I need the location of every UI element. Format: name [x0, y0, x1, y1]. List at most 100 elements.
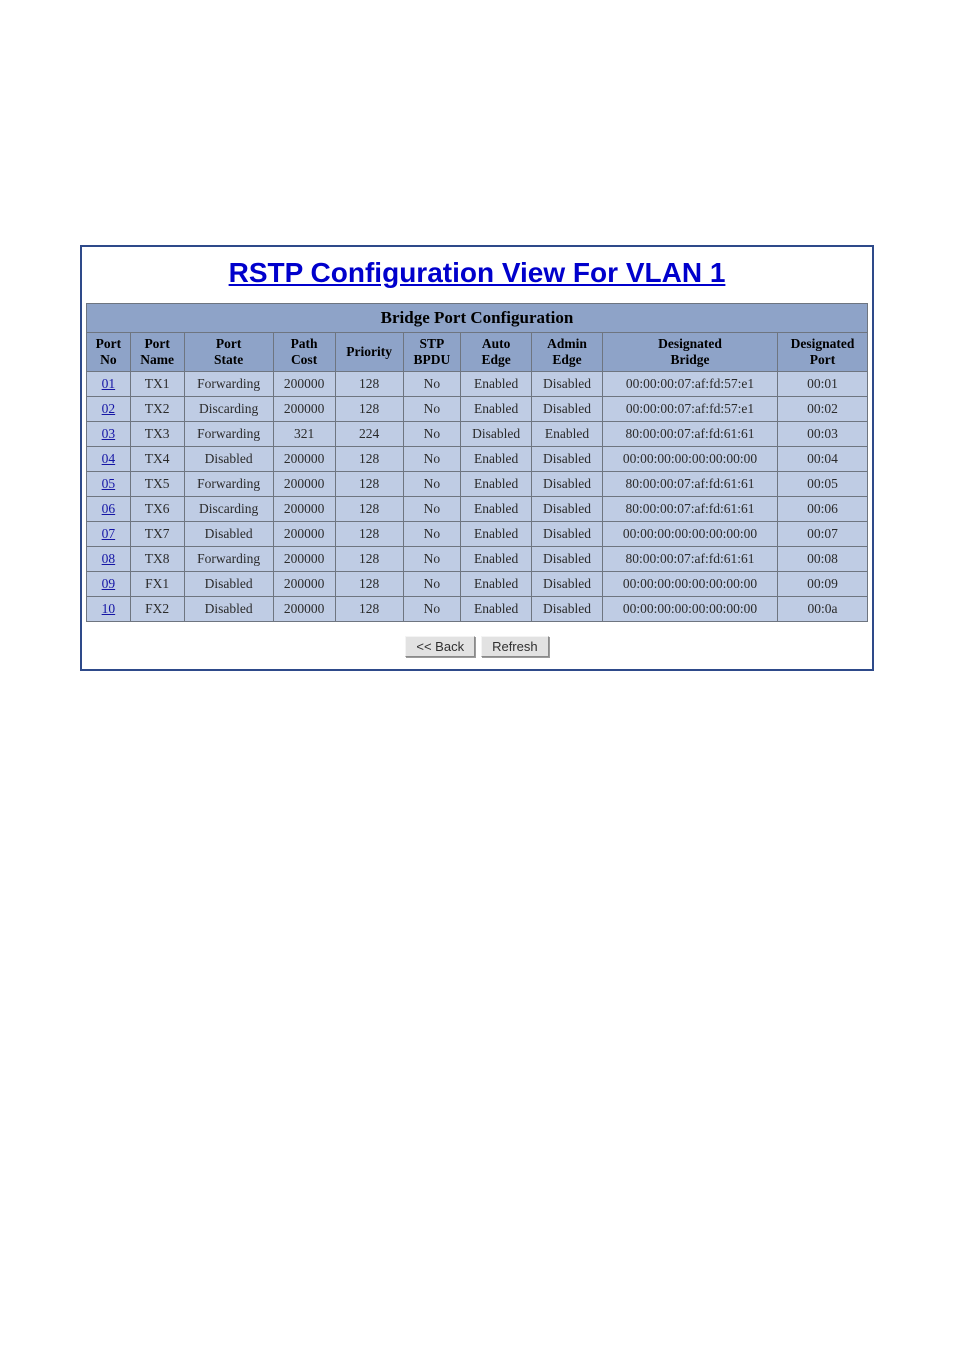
- table-row: 02TX2Discarding200000128NoEnabledDisable…: [87, 397, 867, 421]
- cell-designated-bridge: 00:00:00:00:00:00:00:00: [603, 597, 777, 621]
- cell-designated-bridge: 00:00:00:00:00:00:00:00: [603, 522, 777, 546]
- port-link[interactable]: 09: [102, 576, 116, 591]
- cell-priority: 128: [336, 397, 403, 421]
- cell-designated-bridge: 00:00:00:00:00:00:00:00: [603, 447, 777, 471]
- port-link[interactable]: 08: [102, 551, 116, 566]
- cell-stp-bpdu: No: [404, 447, 460, 471]
- cell-admin-edge: Enabled: [532, 422, 602, 446]
- cell-port-name: TX3: [131, 422, 184, 446]
- cell-port-name: TX2: [131, 397, 184, 421]
- cell-admin-edge: Disabled: [532, 547, 602, 571]
- cell-stp-bpdu: No: [404, 372, 460, 396]
- cell-port-name: FX1: [131, 572, 184, 596]
- cell-port-name: TX6: [131, 497, 184, 521]
- cell-auto-edge: Enabled: [461, 447, 531, 471]
- cell-designated-port: 00:04: [778, 447, 867, 471]
- button-row: << Back Refresh: [86, 636, 868, 657]
- cell-stp-bpdu: No: [404, 547, 460, 571]
- port-link[interactable]: 04: [102, 451, 116, 466]
- cell-admin-edge: Disabled: [532, 372, 602, 396]
- cell-designated-port: 00:05: [778, 472, 867, 496]
- cell-auto-edge: Enabled: [461, 547, 531, 571]
- cell-priority: 128: [336, 447, 403, 471]
- cell-priority: 128: [336, 497, 403, 521]
- port-link[interactable]: 06: [102, 501, 116, 516]
- col-header-admin-edge: AdminEdge: [532, 333, 602, 371]
- cell-auto-edge: Enabled: [461, 497, 531, 521]
- back-button[interactable]: << Back: [405, 636, 475, 657]
- cell-designated-bridge: 00:00:00:00:00:00:00:00: [603, 572, 777, 596]
- cell-port-no: 09: [87, 572, 130, 596]
- table-row: 03TX3Forwarding321224NoDisabledEnabled80…: [87, 422, 867, 446]
- cell-path-cost: 321: [274, 422, 335, 446]
- table-caption: Bridge Port Configuration: [86, 303, 868, 332]
- cell-designated-port: 00:08: [778, 547, 867, 571]
- cell-port-state: Forwarding: [185, 372, 273, 396]
- cell-port-no: 04: [87, 447, 130, 471]
- cell-port-state: Disabled: [185, 597, 273, 621]
- cell-priority: 128: [336, 597, 403, 621]
- cell-designated-bridge: 00:00:00:07:af:fd:57:e1: [603, 372, 777, 396]
- cell-port-name: TX7: [131, 522, 184, 546]
- cell-port-name: FX2: [131, 597, 184, 621]
- cell-path-cost: 200000: [274, 522, 335, 546]
- port-link[interactable]: 02: [102, 401, 116, 416]
- cell-auto-edge: Enabled: [461, 372, 531, 396]
- cell-designated-port: 00:0a: [778, 597, 867, 621]
- cell-auto-edge: Enabled: [461, 572, 531, 596]
- cell-port-state: Forwarding: [185, 472, 273, 496]
- cell-path-cost: 200000: [274, 547, 335, 571]
- port-link[interactable]: 01: [102, 376, 116, 391]
- port-link[interactable]: 07: [102, 526, 116, 541]
- cell-designated-bridge: 80:00:00:07:af:fd:61:61: [603, 422, 777, 446]
- cell-port-name: TX4: [131, 447, 184, 471]
- col-header-designated-port: DesignatedPort: [778, 333, 867, 371]
- cell-designated-port: 00:09: [778, 572, 867, 596]
- cell-path-cost: 200000: [274, 447, 335, 471]
- cell-port-no: 07: [87, 522, 130, 546]
- table-row: 07TX7Disabled200000128NoEnabledDisabled0…: [87, 522, 867, 546]
- table-row: 06TX6Discarding200000128NoEnabledDisable…: [87, 497, 867, 521]
- col-header-port-state: PortState: [185, 333, 273, 371]
- col-header-path-cost: PathCost: [274, 333, 335, 371]
- table-row: 10FX2Disabled200000128NoEnabledDisabled0…: [87, 597, 867, 621]
- cell-port-state: Forwarding: [185, 422, 273, 446]
- cell-admin-edge: Disabled: [532, 572, 602, 596]
- cell-stp-bpdu: No: [404, 422, 460, 446]
- cell-path-cost: 200000: [274, 397, 335, 421]
- cell-designated-port: 00:02: [778, 397, 867, 421]
- cell-priority: 128: [336, 522, 403, 546]
- cell-designated-bridge: 00:00:00:07:af:fd:57:e1: [603, 397, 777, 421]
- cell-path-cost: 200000: [274, 572, 335, 596]
- cell-admin-edge: Disabled: [532, 497, 602, 521]
- table-row: 01TX1Forwarding200000128NoEnabledDisable…: [87, 372, 867, 396]
- cell-auto-edge: Enabled: [461, 522, 531, 546]
- cell-admin-edge: Disabled: [532, 522, 602, 546]
- cell-designated-port: 00:01: [778, 372, 867, 396]
- bridge-port-config-table: Bridge Port Configuration PortNo PortNam…: [86, 303, 868, 622]
- cell-port-name: TX1: [131, 372, 184, 396]
- table-row: 08TX8Forwarding200000128NoEnabledDisable…: [87, 547, 867, 571]
- cell-priority: 128: [336, 547, 403, 571]
- cell-priority: 128: [336, 372, 403, 396]
- cell-auto-edge: Disabled: [461, 422, 531, 446]
- cell-auto-edge: Enabled: [461, 397, 531, 421]
- refresh-button[interactable]: Refresh: [481, 636, 549, 657]
- col-header-designated-bridge: DesignatedBridge: [603, 333, 777, 371]
- cell-port-no: 08: [87, 547, 130, 571]
- cell-port-no: 10: [87, 597, 130, 621]
- table-row: 09FX1Disabled200000128NoEnabledDisabled0…: [87, 572, 867, 596]
- cell-priority: 128: [336, 572, 403, 596]
- cell-path-cost: 200000: [274, 472, 335, 496]
- cell-admin-edge: Disabled: [532, 472, 602, 496]
- port-link[interactable]: 03: [102, 426, 116, 441]
- cell-auto-edge: Enabled: [461, 597, 531, 621]
- port-link[interactable]: 05: [102, 476, 116, 491]
- table-row: 04TX4Disabled200000128NoEnabledDisabled0…: [87, 447, 867, 471]
- cell-port-no: 02: [87, 397, 130, 421]
- col-header-priority: Priority: [336, 333, 403, 371]
- cell-designated-port: 00:06: [778, 497, 867, 521]
- cell-port-no: 06: [87, 497, 130, 521]
- port-link[interactable]: 10: [102, 601, 116, 616]
- cell-port-state: Discarding: [185, 497, 273, 521]
